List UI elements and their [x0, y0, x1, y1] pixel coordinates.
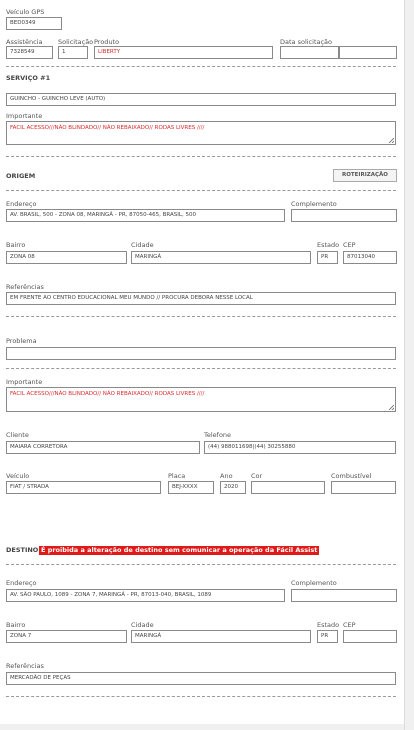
gps-label: Veículo GPS	[6, 8, 45, 16]
cliente-label: Cliente	[6, 431, 29, 439]
divider	[6, 564, 396, 565]
destino-endereco-label: Endereço	[6, 579, 37, 587]
gps-input[interactable]: BED0349	[6, 17, 62, 30]
origem-estado-label: Estado	[317, 241, 340, 249]
divider	[6, 190, 396, 191]
divider	[6, 316, 396, 317]
destino-cidade-label: Cidade	[131, 621, 154, 629]
roteirizacao-button[interactable]: ROTEIRIZAÇÃO	[333, 169, 397, 182]
divider	[6, 66, 396, 67]
origem-title: ORIGEM	[6, 172, 36, 180]
destino-bairro-input[interactable]: ZONA 7	[6, 630, 127, 643]
resize-grip-icon[interactable]	[388, 404, 394, 410]
ano-label: Ano	[220, 472, 233, 480]
destino-estado-input[interactable]: PR	[317, 630, 338, 643]
problema-input[interactable]	[6, 347, 396, 360]
destino-complemento-label: Complemento	[291, 579, 337, 587]
destino-referencias-input[interactable]: MERCADÃO DE PEÇAS	[6, 672, 396, 685]
destino-warning-badge: É proibida a alteração de destino sem co…	[39, 546, 320, 555]
origem-endereco-label: Endereço	[6, 200, 37, 208]
origem-estado-input[interactable]: PR	[317, 251, 338, 264]
destino-estado-label: Estado	[317, 621, 340, 629]
destino-cidade-input[interactable]: MARINGÁ	[131, 630, 311, 643]
placa-input[interactable]: BEJ-XXXX	[168, 481, 214, 494]
destino-referencias-label: Referências	[6, 662, 44, 670]
importante-textarea[interactable]: FACIL ACESSO///NÃO BLINDADO// NÃO REBAIX…	[6, 387, 396, 412]
importante-text: FACIL ACESSO///NÃO BLINDADO// NÃO REBAIX…	[10, 391, 205, 397]
servico-importante-label: Importante	[6, 112, 43, 120]
solicitacao-label: Solicitação	[58, 38, 94, 46]
divider	[6, 156, 396, 157]
origem-bairro-input[interactable]: ZONA 08	[6, 251, 127, 264]
combustivel-input[interactable]	[331, 481, 396, 494]
destino-cep-label: CEP	[343, 621, 356, 629]
origem-referencias-label: Referências	[6, 283, 44, 291]
assistencia-label: Assistência	[6, 38, 43, 46]
destino-bairro-label: Bairro	[6, 621, 26, 629]
vertical-scrollbar[interactable]	[404, 0, 414, 730]
combustivel-label: Combustível	[331, 472, 372, 480]
data-solicitacao-date-input[interactable]	[280, 46, 339, 59]
produto-label: Produto	[94, 38, 120, 46]
origem-endereco-input[interactable]: AV. BRASIL, 500 - ZONA 08, MARINGÁ - PR,…	[6, 209, 285, 222]
servico-importante-text: FACIL ACESSO///NÃO BLINDADO// NÃO REBAIX…	[10, 125, 205, 131]
veiculo-input[interactable]: FIAT / STRADA	[6, 481, 161, 494]
destino-complemento-input[interactable]	[291, 589, 397, 602]
service-form-panel: Veículo GPS BED0349 Assistência 7328549 …	[0, 0, 404, 724]
assistencia-input[interactable]: 7328549	[6, 46, 53, 59]
destino-cep-input[interactable]	[343, 630, 397, 643]
origem-cep-label: CEP	[343, 241, 356, 249]
cor-label: Cor	[251, 472, 263, 480]
origem-complemento-label: Complemento	[291, 200, 337, 208]
origem-cidade-input[interactable]: MARINGÁ	[131, 251, 311, 264]
destino-title: DESTINO	[6, 546, 39, 554]
solicitacao-input[interactable]: 1	[58, 46, 88, 59]
servico-tipo-input[interactable]: GUINCHO - GUINCHO LEVE (AUTO)	[6, 93, 396, 106]
servico-importante-textarea[interactable]: FACIL ACESSO///NÃO BLINDADO// NÃO REBAIX…	[6, 121, 396, 145]
origem-cidade-label: Cidade	[131, 241, 154, 249]
servico-title: SERVIÇO #1	[6, 74, 51, 82]
telefone-label: Telefone	[204, 431, 232, 439]
cliente-input[interactable]: MAIARA CORRETORA	[6, 441, 200, 454]
veiculo-label: Veículo	[6, 472, 30, 480]
destino-endereco-input[interactable]: AV. SÃO PAULO, 1089 - ZONA 7, MARINGÁ - …	[6, 589, 285, 602]
origem-cep-input[interactable]: 87013040	[343, 251, 397, 264]
divider	[6, 368, 396, 369]
placa-label: Placa	[168, 472, 186, 480]
ano-input[interactable]: 2020	[220, 481, 246, 494]
origem-bairro-label: Bairro	[6, 241, 26, 249]
origem-referencias-input[interactable]: EM FRENTE AO CENTRO EDUCACIONAL MEU MUND…	[6, 292, 396, 305]
divider	[6, 696, 396, 697]
problema-label: Problema	[6, 337, 37, 345]
resize-grip-icon[interactable]	[388, 137, 394, 143]
importante-label: Importante	[6, 378, 43, 386]
produto-input[interactable]: LIBERTY	[94, 46, 273, 59]
cor-input[interactable]	[251, 481, 325, 494]
data-solicitacao-time-input[interactable]	[339, 46, 397, 59]
telefone-input[interactable]: (44) 988011698|(44) 30255880	[204, 441, 396, 454]
data-solicitacao-label: Data solicitação	[280, 38, 333, 46]
origem-complemento-input[interactable]	[291, 209, 397, 222]
